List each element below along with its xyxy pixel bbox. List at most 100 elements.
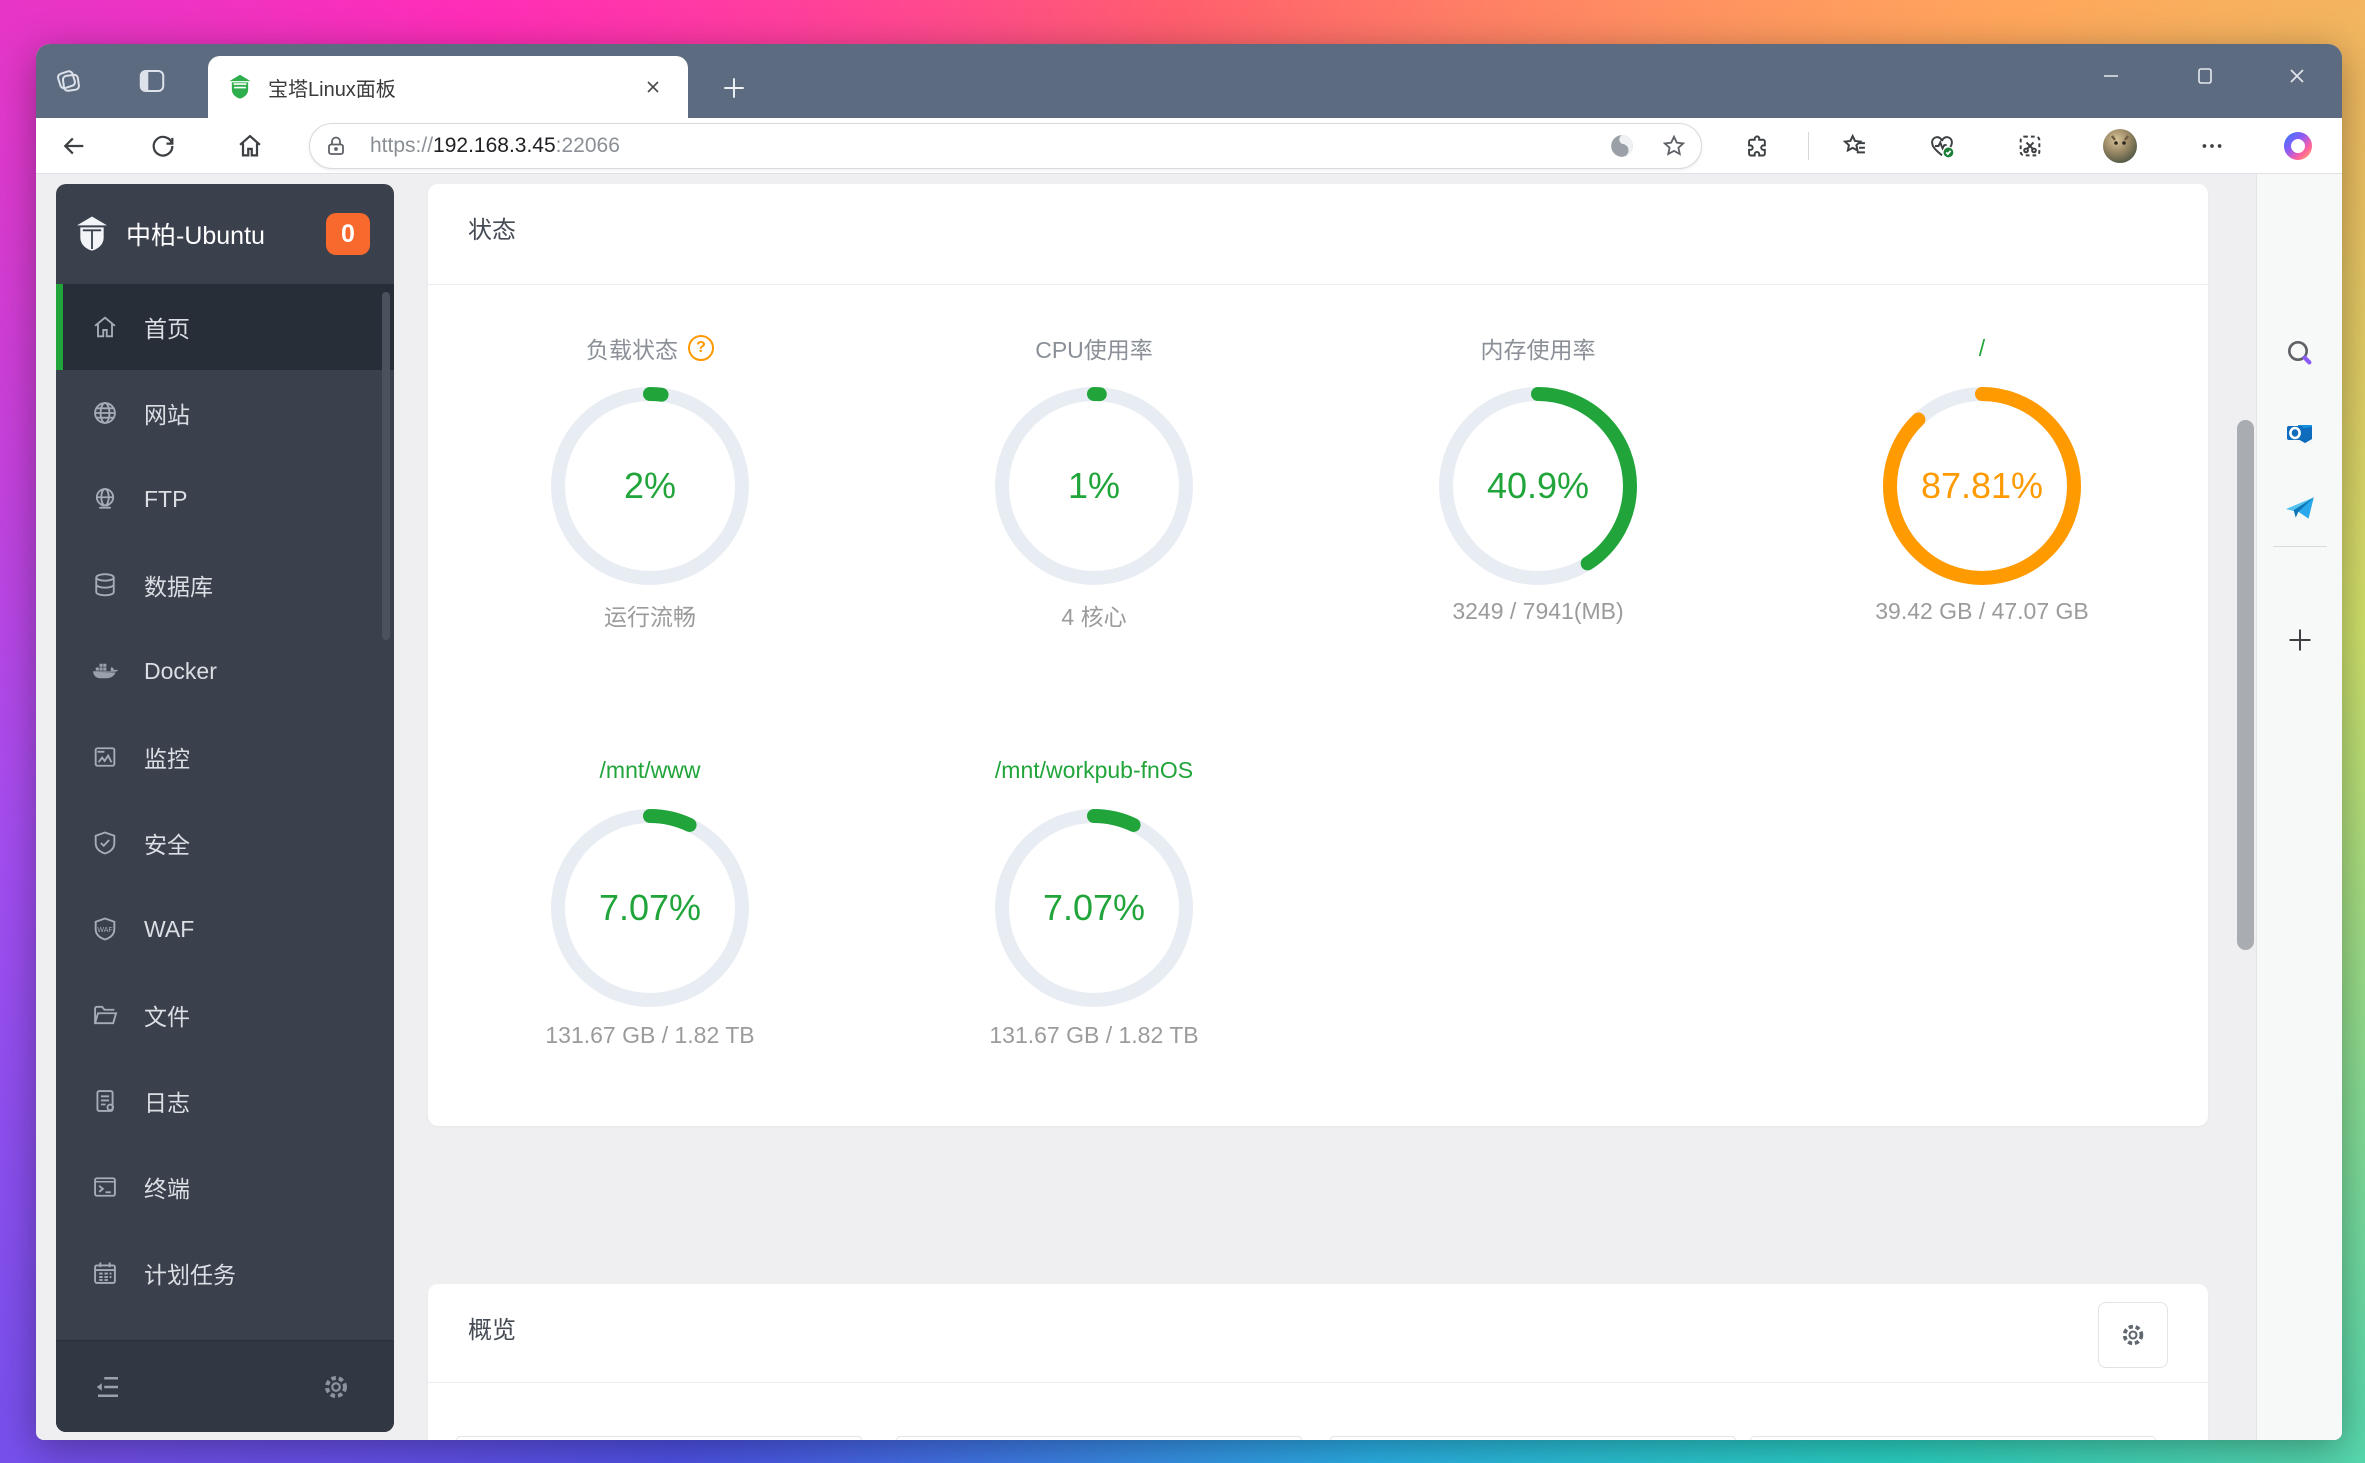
overview-box-ftp[interactable]: FTP — [896, 1436, 1302, 1440]
lock-icon[interactable] — [324, 134, 348, 158]
telegram-icon[interactable] — [2276, 484, 2324, 532]
overview-box-security-risk[interactable]: 安全风险 — [1750, 1436, 2156, 1440]
collapse-sidebar-icon[interactable] — [86, 1365, 130, 1409]
sidebar-item-waf[interactable]: WAF WAF — [56, 886, 394, 972]
status-card-divider — [428, 284, 2208, 285]
sidebar-item-docker[interactable]: Docker — [56, 628, 394, 714]
overview-card-title: 概览 — [468, 1317, 516, 1344]
page-scrollbar[interactable] — [2237, 420, 2254, 950]
browser-tab[interactable]: 宝塔Linux面板 — [208, 56, 688, 118]
gauge-label-disk-root[interactable]: / — [1832, 331, 2132, 365]
overview-box-sites[interactable]: 网站 - 全部 — [456, 1436, 862, 1440]
browser-essentials-icon[interactable] — [1920, 124, 1964, 168]
sidebar-settings-gear-icon[interactable] — [314, 1365, 358, 1409]
sidebar-item-label: 数据库 — [144, 574, 213, 600]
back-icon[interactable] — [52, 124, 96, 168]
gauge-label-cpu: CPU使用率 — [1035, 337, 1153, 363]
overview-box-database[interactable]: 数据库 - 全部 — [1330, 1436, 1736, 1440]
baota-menu: 首页 网站 FTP 数据库 Docker 监控 安全 WAF WAF 文件 日志 — [56, 284, 394, 1316]
vertical-tabs-icon[interactable] — [132, 61, 172, 101]
baota-sidebar-header: 中柏-Ubuntu 0 — [56, 184, 394, 284]
reload-icon[interactable] — [141, 124, 185, 168]
ftp-globe-icon — [90, 484, 120, 514]
status-card: 状态 负载状态? 2% 运行流畅 CPU使用率 1% 4 核心 内存使用率 40… — [428, 184, 2208, 1126]
terminal-icon — [90, 1172, 120, 1202]
gauge-value-load: 2% — [623, 465, 677, 506]
monitor-chart-icon — [90, 742, 120, 772]
status-card-title: 状态 — [468, 217, 516, 244]
gauge-caption-disk-root: 39.42 GB / 47.07 GB — [1875, 598, 2089, 624]
favorite-star-icon[interactable] — [1661, 133, 1687, 159]
copilot-icon[interactable] — [2276, 124, 2320, 168]
edge-orb-icon[interactable] — [1609, 133, 1635, 159]
toolbar-divider — [1808, 132, 1809, 160]
home-icon — [90, 312, 120, 342]
sidebar-item-database[interactable]: 数据库 — [56, 542, 394, 628]
address-bar[interactable]: https://192.168.3.45:22066 — [309, 123, 1702, 169]
gauge-ring-disk-mnt-workpub: 7.07% — [988, 802, 1200, 1014]
message-badge[interactable]: 0 — [326, 213, 370, 255]
baota-sidebar: 中柏-Ubuntu 0 首页 网站 FTP 数据库 Docker 监控 安全 WA… — [56, 184, 394, 1432]
sidebar-item-label: 终端 — [144, 1176, 190, 1202]
profile-avatar[interactable] — [2098, 124, 2142, 168]
web-capture-icon[interactable] — [2008, 124, 2052, 168]
sidebar-item-label: 日志 — [144, 1090, 190, 1116]
gauge-ring-disk-root: 87.81% — [1876, 380, 2088, 592]
sidebar-item-logs[interactable]: 日志 — [56, 1058, 394, 1144]
sidebar-item-label: 计划任务 — [144, 1262, 236, 1288]
sidebar-item-label: 监控 — [144, 746, 190, 772]
sidebar-item-label: 网站 — [144, 402, 190, 428]
favorites-bar-icon[interactable] — [1833, 124, 1877, 168]
more-options-icon[interactable] — [2190, 124, 2234, 168]
gauge-label-load: 负载状态? — [500, 331, 800, 365]
gauge-value-disk-mnt-workpub: 7.07% — [1042, 887, 1146, 928]
docker-whale-icon — [90, 656, 120, 686]
outlook-icon[interactable] — [2276, 409, 2324, 457]
url-text: https://192.168.3.45:22066 — [370, 134, 620, 157]
search-icon[interactable] — [2276, 329, 2324, 377]
sidebar-item-ftp[interactable]: FTP — [56, 456, 394, 542]
browser-window: 宝塔Linux面板 https://192.168.3.45:22066 中柏-… — [36, 44, 2342, 1440]
tab-close-icon[interactable] — [636, 70, 670, 104]
tab-strip: 宝塔Linux面板 — [36, 44, 2342, 118]
sidebar-item-terminal[interactable]: 终端 — [56, 1144, 394, 1230]
gauge-value-disk-mnt-www: 7.07% — [598, 887, 702, 928]
sidebar-item-sites[interactable]: 网站 — [56, 370, 394, 456]
gauge-label-disk-mnt-workpub[interactable]: /mnt/workpub-fnOS — [944, 753, 1244, 787]
edge-sidebar — [2256, 174, 2342, 1440]
gauge-caption-disk-mnt-www: 131.67 GB / 1.82 TB — [545, 1022, 755, 1048]
gauge-ring-disk-mnt-www: 7.07% — [544, 802, 756, 1014]
overview-settings-button[interactable] — [2098, 1302, 2168, 1368]
tab-favicon-baota-icon — [226, 73, 254, 101]
sidebar-item-security[interactable]: 安全 — [56, 800, 394, 886]
gauge-caption-disk-mnt-workpub: 131.67 GB / 1.82 TB — [989, 1022, 1199, 1048]
sidebar-item-label: WAF — [144, 915, 195, 942]
sidebar-scrollbar[interactable] — [382, 292, 390, 640]
gauge-value-disk-root: 87.81% — [1920, 465, 2044, 506]
database-icon — [90, 570, 120, 600]
help-icon[interactable]: ? — [688, 335, 714, 361]
log-doc-icon — [90, 1086, 120, 1116]
gauge-ring-cpu: 1% — [988, 380, 1200, 592]
workspaces-icon[interactable] — [49, 61, 89, 101]
sidebar-item-cron[interactable]: 计划任务 — [56, 1230, 394, 1316]
maximize-button[interactable] — [2173, 52, 2237, 100]
home-icon[interactable] — [228, 124, 272, 168]
close-window-button[interactable] — [2265, 52, 2329, 100]
add-sidebar-item-icon[interactable] — [2276, 616, 2324, 664]
extensions-icon[interactable] — [1735, 124, 1779, 168]
gauge-caption-cpu: 4 核心 — [1061, 604, 1127, 630]
overview-card: 概览 网站 - 全部 FTP 数据库 - 全部 安全风险 — [428, 1284, 2208, 1440]
sidebar-item-label: 首页 — [144, 316, 190, 342]
sidebar-item-files[interactable]: 文件 — [56, 972, 394, 1058]
gauge-label-disk-mnt-www[interactable]: /mnt/www — [500, 753, 800, 787]
sidebar-item-monitor[interactable]: 监控 — [56, 714, 394, 800]
tab-title: 宝塔Linux面板 — [268, 78, 396, 101]
minimize-button[interactable] — [2079, 52, 2143, 100]
shield-check-icon — [90, 828, 120, 858]
page-content: 中柏-Ubuntu 0 首页 网站 FTP 数据库 Docker 监控 安全 WA… — [36, 174, 2342, 1440]
sidebar-item-home[interactable]: 首页 — [56, 284, 394, 370]
new-tab-button[interactable] — [712, 66, 756, 110]
baota-logo-icon — [72, 214, 112, 254]
waf-shield-icon: WAF — [90, 914, 120, 944]
